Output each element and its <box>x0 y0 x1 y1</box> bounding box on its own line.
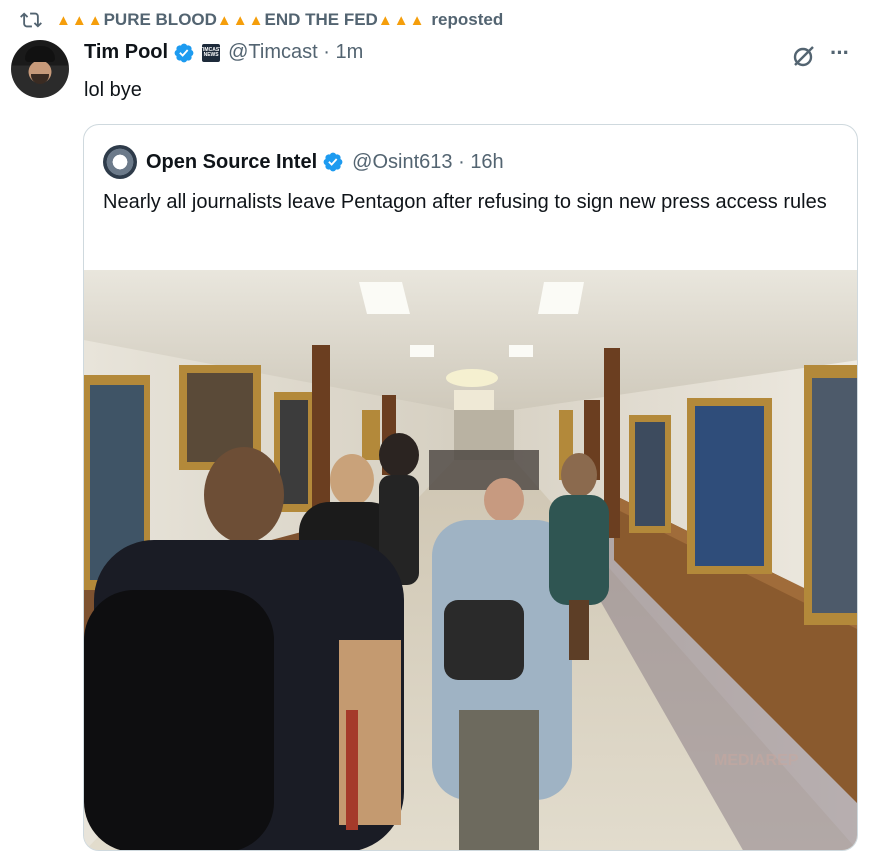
fire-emoji-icon: ▲ <box>248 11 264 29</box>
quoted-author-handle[interactable]: @Osint613 · 16h <box>352 151 504 174</box>
fire-emoji-icon: ▲ <box>232 11 248 29</box>
quoted-author-name[interactable]: Open Source Intel <box>146 151 317 174</box>
more-icon[interactable]: ··· <box>830 42 858 67</box>
photo-watermark: MEDIAREP <box>714 752 799 769</box>
fire-emoji-icon: ▲ <box>377 11 393 29</box>
verified-badge-icon <box>323 152 343 172</box>
fire-emoji-icon: ▲ <box>87 11 103 29</box>
quoted-tweet-header: Open Source Intel @Osint613 · 16h <box>103 145 504 179</box>
fire-emoji-icon: ▲ <box>216 11 232 29</box>
author-handle[interactable]: @Timcast · 1m <box>228 41 363 64</box>
tweet-header: Tim Pool TIMCAST NEWS @Timcast · 1m <box>84 41 363 64</box>
quoted-tweet-time: 16h <box>470 150 504 173</box>
author-name[interactable]: Tim Pool <box>84 41 168 64</box>
author-avatar[interactable] <box>11 40 69 98</box>
repost-user-name[interactable]: ▲ ▲ ▲ PURE BLOOD ▲ ▲ ▲ END THE FED ▲ ▲ ▲ reposted <box>56 10 503 30</box>
verified-badge-icon <box>174 43 194 62</box>
fire-emoji-icon: ▲ <box>409 11 425 29</box>
repost-display-name: ▲ ▲ ▲ PURE BLOOD ▲ ▲ ▲ END THE FED ▲ ▲ ▲ <box>56 10 425 30</box>
quoted-tweet-photo[interactable]: MEDIAREP <box>84 270 857 850</box>
grok-icon[interactable] <box>791 43 817 69</box>
fire-emoji-icon: ▲ <box>71 11 87 29</box>
repost-banner[interactable]: ▲ ▲ ▲ PURE BLOOD ▲ ▲ ▲ END THE FED ▲ ▲ ▲ reposted <box>20 8 503 32</box>
tweet-time: 1m <box>335 41 364 63</box>
quoted-tweet[interactable]: Open Source Intel @Osint613 · 16h Nearly… <box>83 124 858 851</box>
tweet-text: lol bye <box>84 79 142 101</box>
affiliate-badge-icon[interactable]: TIMCAST NEWS <box>200 43 222 62</box>
repost-icon <box>20 12 42 28</box>
repost-name-segment: PURE BLOOD <box>103 10 217 29</box>
quoted-author-avatar[interactable] <box>103 145 137 179</box>
hallway-photo: MEDIAREP <box>84 270 857 850</box>
fire-emoji-icon: ▲ <box>393 11 409 29</box>
quoted-tweet-text: Nearly all journalists leave Pentagon af… <box>103 191 827 213</box>
reposted-label: reposted <box>431 10 504 29</box>
repost-name-segment: END THE FED <box>264 10 378 29</box>
fire-emoji-icon: ▲ <box>56 11 71 29</box>
